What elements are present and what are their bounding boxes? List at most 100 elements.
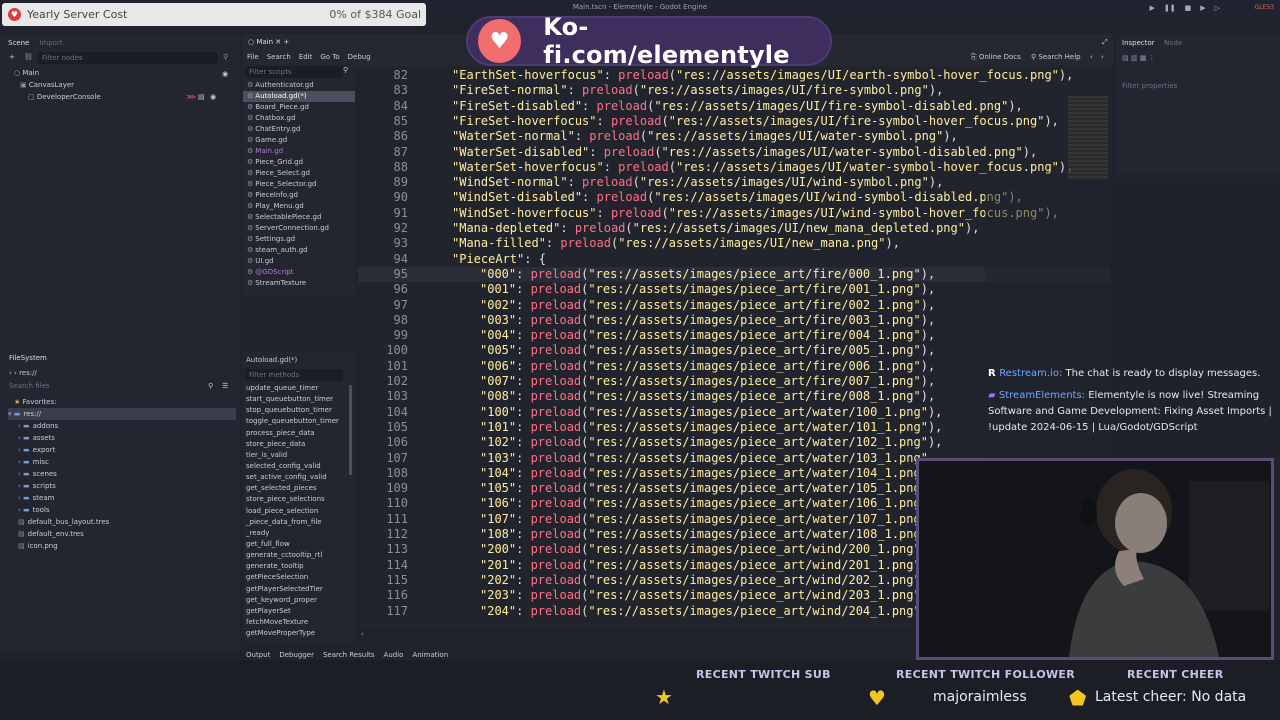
filter-methods-input[interactable]: Filter methods xyxy=(245,369,343,381)
code-line[interactable]: 87 "WaterSet-disabled": preload("res://as… xyxy=(358,145,1110,160)
method-list-item[interactable]: toggle_queuebutton_timer xyxy=(243,416,355,427)
method-list-item[interactable]: tier_is_valid xyxy=(243,450,355,461)
method-list-item[interactable]: store_piece_selections xyxy=(243,494,355,505)
tab-import[interactable]: Import xyxy=(39,39,62,47)
tree-node-developerconsole[interactable]: ▢ DeveloperConsole xyxy=(28,93,101,101)
play-icon[interactable]: ▶ xyxy=(1149,4,1154,12)
method-list-item[interactable]: update_queue_timer xyxy=(243,383,355,394)
folder-item[interactable]: › ▬ steam xyxy=(18,492,109,504)
filter-nodes-input[interactable]: Filter nodes xyxy=(38,52,218,64)
play-scene-icon[interactable]: ▶ xyxy=(1200,4,1205,12)
method-list-item[interactable]: store_piece_data xyxy=(243,439,355,450)
script-list-item[interactable]: ⚙ ChatEntry.gd xyxy=(243,124,355,135)
script-list-item[interactable]: ⚙ StreamTexture xyxy=(243,278,355,289)
script-list-item[interactable]: ⚙ Game.gd xyxy=(243,135,355,146)
renderer-label[interactable]: GLES3 xyxy=(1255,4,1274,11)
distraction-free-icon[interactable]: ⤢ xyxy=(1102,38,1108,47)
close-icon[interactable]: ✕ xyxy=(275,38,281,46)
file-item[interactable]: ▤ default_env.tres xyxy=(18,528,109,540)
script-list-item[interactable]: ⚙ Main.gd xyxy=(243,146,355,157)
tab-animation[interactable]: Animation xyxy=(412,651,448,659)
script-list-item[interactable]: ⚙ Autoload.gd(*) xyxy=(243,91,355,102)
tab-audio[interactable]: Audio xyxy=(384,651,404,659)
favorites[interactable]: ★ Favorites: xyxy=(14,396,57,408)
method-list-item[interactable]: set_active_config_valid xyxy=(243,472,355,483)
filter-scripts-input[interactable]: Filter scripts xyxy=(245,66,343,78)
method-list-item[interactable]: generate_cctooltip_rtl xyxy=(243,550,355,561)
folder-item[interactable]: › ▬ tools xyxy=(18,504,109,516)
method-list-item[interactable]: get_selected_pieces xyxy=(243,483,355,494)
script-list-item[interactable]: ⚙ Play_Menu.gd xyxy=(243,201,355,212)
script-list-item[interactable]: ⚙ Settings.gd xyxy=(243,234,355,245)
menu-search[interactable]: Search xyxy=(267,53,291,61)
script-list-item[interactable]: ⚙ Board_Piece.gd xyxy=(243,102,355,113)
script-list-item[interactable]: ⚙ UI.gd xyxy=(243,256,355,267)
signal-icon[interactable]: ⋙ xyxy=(186,93,196,101)
tree-node-main[interactable]: ○ Main xyxy=(14,69,39,77)
sort-icon[interactable]: ⚲ xyxy=(343,66,348,74)
script-list-item[interactable]: ⚙ Chatbox.gd xyxy=(243,113,355,124)
list-view-icon[interactable]: ☰ xyxy=(222,382,228,390)
method-list-item[interactable]: load_piece_selection xyxy=(243,506,355,517)
folder-item[interactable]: › ▬ scenes xyxy=(18,468,109,480)
filter-properties-input[interactable]: Filter properties xyxy=(1122,82,1177,90)
new-resource-icon[interactable]: ▤ xyxy=(1122,54,1131,62)
stop-icon[interactable]: ■ xyxy=(1185,4,1192,12)
search-help-button[interactable]: ⚲ Search Help xyxy=(1031,53,1081,61)
code-line[interactable]: 85 "FireSet-hoverfocus": preload("res://a… xyxy=(358,114,1110,129)
tab-scene[interactable]: Scene xyxy=(8,39,29,47)
script-list-item[interactable]: ⚙ Authenticator.gd xyxy=(243,80,355,91)
method-list-item[interactable]: getPlayerSet xyxy=(243,606,355,617)
code-line[interactable]: 82 "EarthSet-hoverfocus": preload("res://… xyxy=(358,68,1110,83)
tab-main[interactable]: ○ Main ✕ + xyxy=(248,38,289,46)
pause-icon[interactable]: ❚❚ xyxy=(1164,4,1176,12)
folder-item[interactable]: › ▬ assets xyxy=(18,432,109,444)
folder-item[interactable]: › ▬ scripts xyxy=(18,480,109,492)
method-list-item[interactable]: process_piece_data xyxy=(243,428,355,439)
history-forward-icon[interactable]: › xyxy=(1101,53,1104,61)
link-icon[interactable]: ⛓ xyxy=(24,53,33,61)
folder-item[interactable]: › ▬ addons xyxy=(18,420,109,432)
method-list-item[interactable]: get_keyword_proper xyxy=(243,595,355,606)
run-controls[interactable]: ▶ ❚❚ ■ ▶ ▷ xyxy=(1149,4,1220,12)
menu-file[interactable]: File xyxy=(247,53,259,61)
history-back-icon[interactable]: ‹ xyxy=(1090,53,1093,61)
script-list-item[interactable]: ⚙ Piece_Select.gd xyxy=(243,168,355,179)
method-list-item[interactable]: fetchMoveTexture xyxy=(243,617,355,628)
method-list-item[interactable]: generate_tooltip xyxy=(243,561,355,572)
script-list-item[interactable]: ⚙ @GDScript xyxy=(243,267,355,278)
methods-scrollbar[interactable] xyxy=(349,385,352,475)
menu-edit[interactable]: Edit xyxy=(299,53,313,61)
script-list-item[interactable]: ⚙ Piece_Selector.gd xyxy=(243,179,355,190)
script-list-item[interactable]: ⚙ SelectablePiece.gd xyxy=(243,212,355,223)
script-list-item[interactable]: ⚙ ServerConnection.gd xyxy=(243,223,355,234)
code-line[interactable]: 84 "FireSet-disabled": preload("res://ass… xyxy=(358,99,1110,114)
tab-search-results[interactable]: Search Results xyxy=(323,651,375,659)
method-list-item[interactable]: selected_config_valid xyxy=(243,461,355,472)
tab-inspector[interactable]: Inspector xyxy=(1122,39,1155,47)
code-line[interactable]: 88 "WaterSet-hoverfocus": preload("res://… xyxy=(358,160,1110,175)
script-list-item[interactable]: ⚙ steam_auth.gd xyxy=(243,245,355,256)
method-list-item[interactable]: getMoveProperType xyxy=(243,628,355,639)
method-list-item[interactable]: _piece_data_from_file xyxy=(243,517,355,528)
more-icon[interactable]: ⋮ xyxy=(1149,54,1156,62)
code-line[interactable]: 83 "FireSet-normal": preload("res://asset… xyxy=(358,83,1110,98)
script-list-item[interactable]: ⚙ PieceInfo.gd xyxy=(243,190,355,201)
visibility-icon[interactable]: ◉ xyxy=(222,70,228,78)
file-item[interactable]: ▤ default_bus_layout.tres xyxy=(18,516,109,528)
path-bar[interactable]: ‹ › res:// xyxy=(9,369,37,377)
code-minimap[interactable] xyxy=(1068,96,1108,180)
method-list-item[interactable]: _ready xyxy=(243,528,355,539)
play-custom-icon[interactable]: ▷ xyxy=(1215,4,1220,12)
add-node-icon[interactable]: + xyxy=(9,53,15,61)
folder-item[interactable]: › ▬ misc xyxy=(18,456,109,468)
visibility-icon[interactable]: ◉ xyxy=(210,93,216,101)
search-icon[interactable]: ⚲ xyxy=(208,382,213,390)
method-list-item[interactable]: getPlayerSelectedTier xyxy=(243,584,355,595)
search-files-input[interactable]: Search files xyxy=(9,382,50,390)
method-list-item[interactable]: getPieceSelection xyxy=(243,572,355,583)
search-icon[interactable]: ⚲ xyxy=(223,53,228,61)
tree-node-canvaslayer[interactable]: ▣ CanvasLayer xyxy=(20,81,74,89)
method-list-item[interactable]: start_queuebutton_timer xyxy=(243,394,355,405)
method-list-item[interactable]: stop_queuebutton_timer xyxy=(243,405,355,416)
